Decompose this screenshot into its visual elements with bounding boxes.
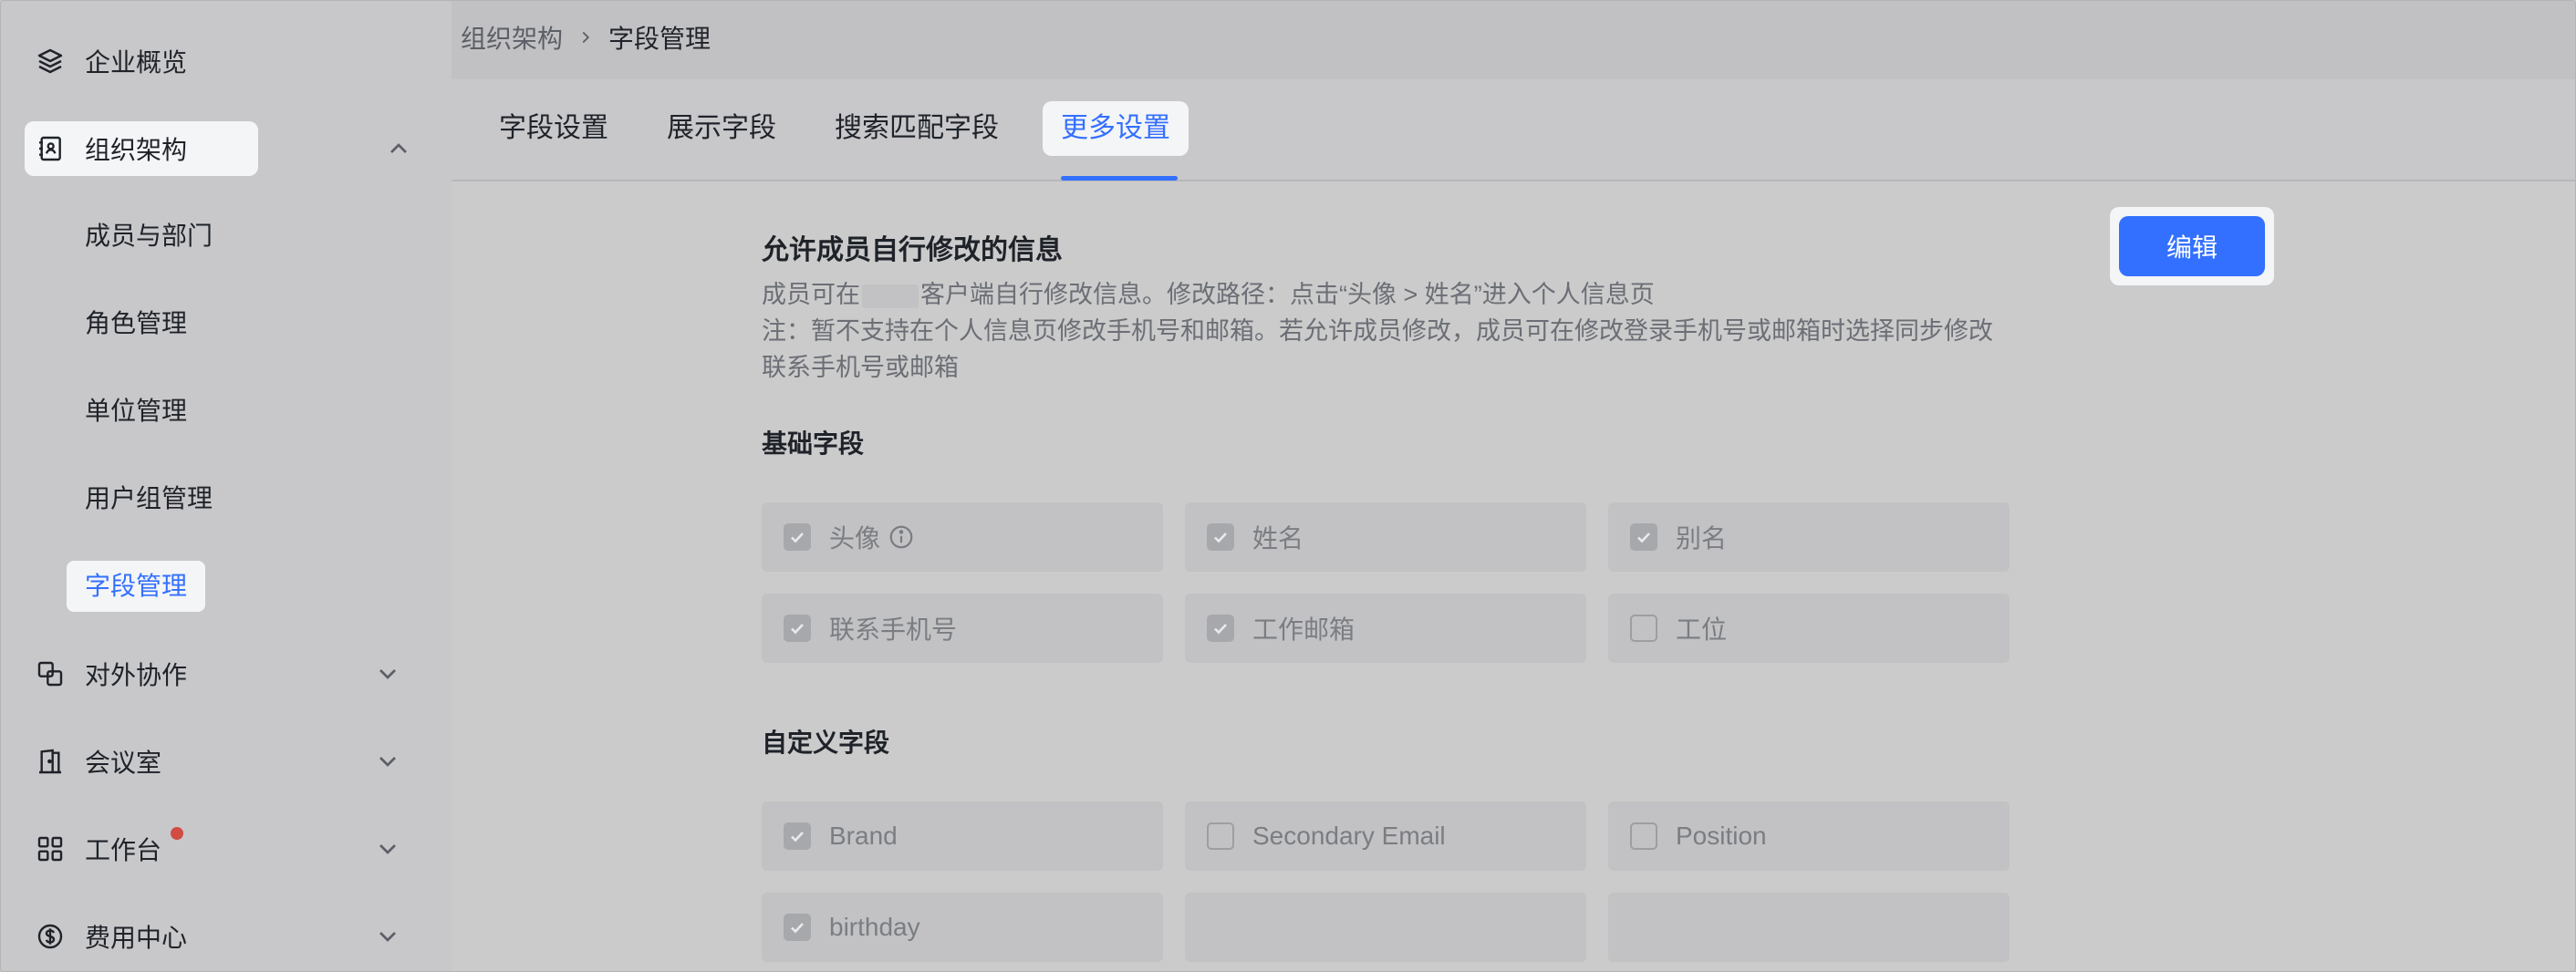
field-alias[interactable]: 别名 <box>1608 502 2010 572</box>
checkbox-checked[interactable] <box>784 523 811 551</box>
sidebar-item-label: 对外协作 <box>85 661 188 689</box>
chevron-down-icon <box>379 844 396 854</box>
breadcrumb-item-current: 字段管理 <box>608 25 712 53</box>
chevron-down-icon <box>379 669 396 679</box>
top-bar: 组织架构 字段管理 <box>452 1 2575 79</box>
checkbox-checked[interactable] <box>784 615 811 642</box>
section-title: 允许成员自行修改的信息 <box>762 235 1063 265</box>
field-secondary-email[interactable]: Secondary Email <box>1185 801 1586 871</box>
sidebar-item-overview[interactable]: 企业概览 <box>25 34 426 88</box>
checkbox-checked[interactable] <box>784 822 811 850</box>
sidebar-subitem-fields[interactable]: 字段管理 <box>67 561 206 612</box>
desc-text-pre: 成员可在 <box>762 281 860 308</box>
field-label: Position <box>1676 822 1767 850</box>
door-icon <box>34 745 67 778</box>
field-label: birthday <box>829 913 920 941</box>
breadcrumb-item-org[interactable]: 组织架构 <box>461 19 563 56</box>
field-label: Brand <box>829 822 898 850</box>
field-label: 姓名 <box>1252 524 1304 553</box>
sidebar-item-billing[interactable]: 费用中心 <box>25 909 426 964</box>
field-label: 工作邮箱 <box>1252 615 1356 644</box>
field-label: 工位 <box>1676 615 1728 644</box>
sidebar-item-label: 企业概览 <box>85 48 188 77</box>
edit-button[interactable]: 编辑 <box>2119 216 2265 276</box>
field-brand[interactable]: Brand <box>762 801 1163 871</box>
field-label: Secondary Email <box>1252 822 1446 850</box>
field-birthday[interactable]: birthday <box>762 893 1163 962</box>
chevron-up-icon[interactable] <box>384 134 413 163</box>
checkbox-unchecked[interactable] <box>1630 822 1657 850</box>
sidebar-item-label: 会议室 <box>85 749 162 777</box>
tab-more-settings[interactable]: 更多设置 <box>1043 101 1189 156</box>
app-window: 企业概览 组织架构 成员与部门 角色管理 单位管理 用户组管理 字段管理 对外协… <box>0 0 2576 972</box>
breadcrumb: 组织架构 字段管理 <box>461 19 711 56</box>
external-collab-icon <box>34 657 67 690</box>
sidebar-subitem-units[interactable]: 单位管理 <box>85 384 187 439</box>
dollar-icon <box>34 920 67 953</box>
settings-content: 允许成员自行修改的信息 成员可在 客户端自行修改信息。修改路径：点击“头像 > 姓… <box>452 181 2575 971</box>
field-label: 别名 <box>1676 524 1728 553</box>
field-redacted <box>1185 893 1586 962</box>
section-note-cont: 联系手机号或邮箱 <box>762 354 959 381</box>
chevron-right-icon <box>582 31 590 44</box>
grid-icon <box>34 832 67 865</box>
field-redacted <box>1608 893 2010 962</box>
field-name[interactable]: 姓名 <box>1185 502 1586 572</box>
tab-active-indicator <box>1061 176 1178 181</box>
sidebar: 企业概览 组织架构 成员与部门 角色管理 单位管理 用户组管理 字段管理 对外协… <box>1 1 452 971</box>
checkbox-checked[interactable] <box>784 914 811 941</box>
tab-display-fields[interactable]: 展示字段 <box>667 101 776 156</box>
info-icon[interactable] <box>888 523 915 551</box>
tab-bar: 字段设置 展示字段 搜索匹配字段 更多设置 <box>452 79 2575 181</box>
checkbox-checked[interactable] <box>1207 523 1234 551</box>
sidebar-subitem-usergroups[interactable]: 用户组管理 <box>85 471 213 526</box>
sidebar-item-label: 组织架构 <box>85 136 188 164</box>
checkbox-checked[interactable] <box>1630 523 1657 551</box>
sidebar-item-meeting-room[interactable]: 会议室 <box>25 734 426 789</box>
field-avatar[interactable]: 头像 <box>762 502 1163 572</box>
sidebar-item-org[interactable]: 组织架构 <box>25 121 258 176</box>
desc-text-post: 客户端自行修改信息。修改路径：点击“头像 > 姓名”进入个人信息页 <box>920 281 1655 308</box>
notification-badge <box>171 827 183 840</box>
field-phone[interactable]: 联系手机号 <box>762 594 1163 663</box>
custom-fields-title: 自定义字段 <box>762 729 890 757</box>
field-label: 头像 <box>829 524 881 553</box>
sidebar-subitem-members[interactable]: 成员与部门 <box>85 209 213 264</box>
field-work-email[interactable]: 工作邮箱 <box>1185 594 1586 663</box>
section-note: 注：暂不支持在个人信息页修改手机号和邮箱。若允许成员修改，成员可在修改登录手机号… <box>762 317 1993 345</box>
field-label: 联系手机号 <box>829 615 958 644</box>
sidebar-item-label: 工作台 <box>85 836 162 864</box>
layers-icon <box>34 45 67 78</box>
main-panel: 组织架构 字段管理 字段设置 展示字段 搜索匹配字段 更多设置 允许成员自行修改… <box>452 1 2575 971</box>
sidebar-item-external[interactable]: 对外协作 <box>25 646 426 701</box>
edit-button-highlight: 编辑 <box>2110 207 2274 285</box>
tab-field-settings[interactable]: 字段设置 <box>499 101 608 156</box>
tab-search-fields[interactable]: 搜索匹配字段 <box>835 101 999 156</box>
checkbox-checked[interactable] <box>1207 615 1234 642</box>
checkbox-unchecked[interactable] <box>1207 822 1234 850</box>
sidebar-subitem-roles[interactable]: 角色管理 <box>85 296 187 351</box>
field-position[interactable]: Position <box>1608 801 2010 871</box>
chevron-down-icon <box>379 932 396 942</box>
redacted-text <box>862 284 919 308</box>
sidebar-item-workplace[interactable]: 工作台 <box>25 822 426 876</box>
contact-book-icon <box>34 132 67 165</box>
checkbox-unchecked[interactable] <box>1630 615 1657 642</box>
section-description: 成员可在 客户端自行修改信息。修改路径：点击“头像 > 姓名”进入个人信息页 <box>762 276 1655 313</box>
basic-fields-title: 基础字段 <box>762 429 865 458</box>
sidebar-item-label: 费用中心 <box>85 924 188 952</box>
field-workstation[interactable]: 工位 <box>1608 594 2010 663</box>
chevron-down-icon <box>379 757 396 767</box>
